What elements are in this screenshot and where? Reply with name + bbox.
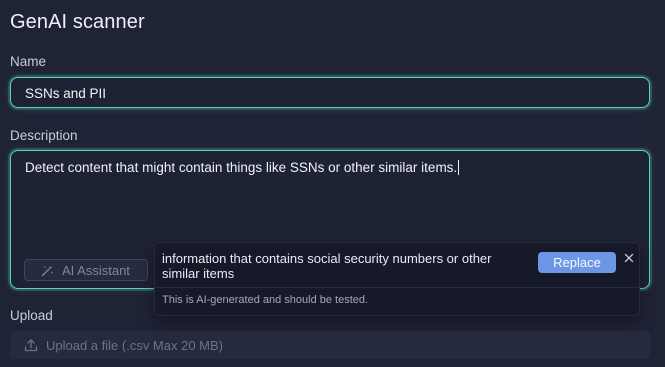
ai-generated-note: This is AI-generated and should be teste… — [162, 294, 369, 306]
description-label: Description — [10, 128, 78, 143]
upload-icon — [24, 338, 38, 352]
close-icon[interactable] — [623, 251, 635, 263]
replace-button[interactable]: Replace — [538, 252, 616, 273]
page-title: GenAI scanner — [10, 11, 145, 33]
name-label: Name — [10, 54, 47, 69]
ai-suggestion-popover: information that contains social securit… — [154, 242, 640, 316]
text-caret — [458, 160, 460, 175]
name-field[interactable]: SSNs and PII — [10, 77, 650, 108]
upload-label: Upload — [10, 308, 53, 323]
magic-wand-icon — [41, 264, 54, 277]
name-value: SSNs and PII — [25, 86, 107, 101]
upload-file-button[interactable]: Upload a file (.csv Max 20 MB) — [10, 331, 650, 359]
popover-divider — [155, 287, 639, 288]
genai-scanner-form: GenAI scanner Name SSNs and PII Descript… — [0, 0, 665, 367]
suggestion-text: information that contains social securit… — [162, 251, 492, 281]
ai-assistant-button[interactable]: AI Assistant — [24, 259, 148, 281]
description-value: Detect content that might contain things… — [25, 160, 460, 175]
description-text: Detect content that might contain things… — [25, 160, 458, 175]
ai-assistant-label: AI Assistant — [62, 262, 130, 278]
upload-button-label: Upload a file (.csv Max 20 MB) — [46, 337, 224, 353]
